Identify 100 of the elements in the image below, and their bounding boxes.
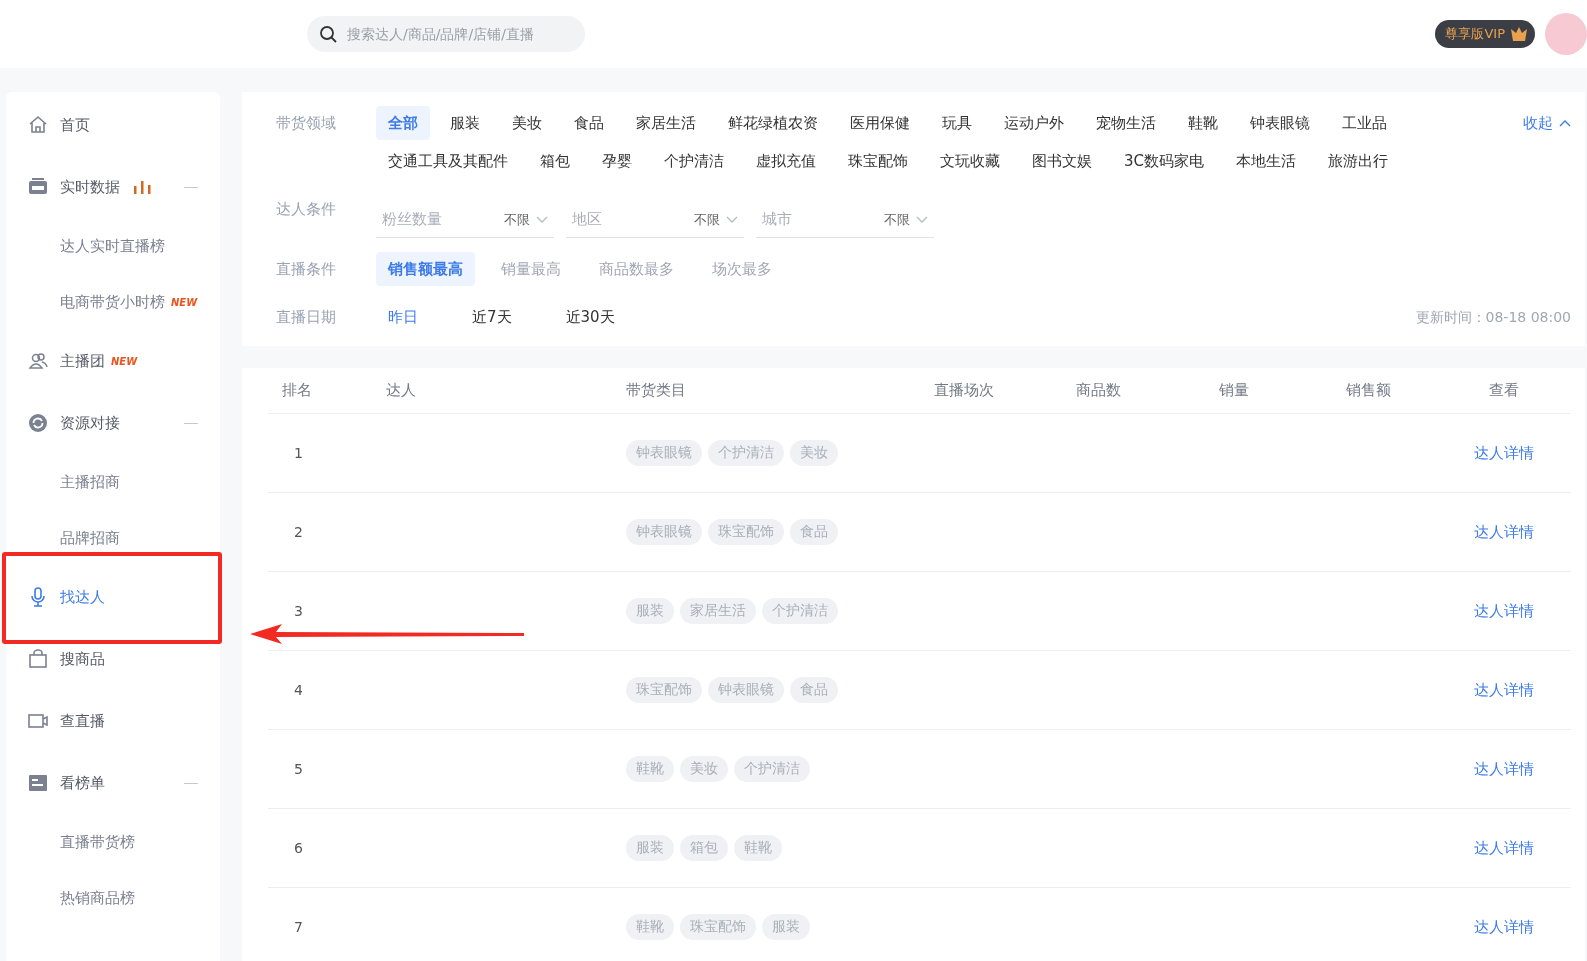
category-tag: 鞋靴: [734, 835, 782, 861]
category-tab[interactable]: 全部: [376, 106, 430, 140]
sort-option[interactable]: 销售额最高: [376, 252, 475, 286]
sidebar-item[interactable]: 主播招商: [6, 454, 220, 510]
sidebar-item[interactable]: 搜商品: [6, 628, 220, 690]
detail-link[interactable]: 达人详情: [1473, 443, 1534, 463]
category-tab[interactable]: 3C数码家电: [1112, 144, 1217, 178]
category-tab[interactable]: 交通工具及其配件: [376, 144, 520, 178]
detail-link[interactable]: 达人详情: [1473, 838, 1534, 858]
category-tag: 美妆: [680, 756, 728, 782]
filter-label: 达人条件: [276, 199, 337, 220]
new-label: NEW: [171, 296, 198, 308]
category-tab[interactable]: 文玩收藏: [928, 144, 1012, 178]
category-tab[interactable]: 孕婴: [590, 144, 644, 178]
category-tag: 家居生活: [680, 598, 756, 624]
category-tag: 个护清洁: [762, 598, 838, 624]
sidebar-item[interactable]: 首页: [6, 94, 220, 156]
category-tab[interactable]: 家居生活: [624, 106, 708, 140]
column-header: 销售额: [1345, 381, 1392, 400]
category-tab[interactable]: 图书文娱: [1020, 144, 1104, 178]
category-tab[interactable]: 玩具: [930, 106, 984, 140]
sidebar-item[interactable]: 找达人: [6, 566, 220, 628]
date-option[interactable]: 近7天: [460, 300, 524, 334]
rank-cell-text: 7: [293, 919, 304, 935]
category-tab[interactable]: 箱包: [528, 144, 582, 178]
rank-cell-text: 4: [293, 682, 304, 698]
rank-cell-text: 1: [293, 445, 304, 461]
sidebar-item[interactable]: 品牌招商: [6, 510, 220, 566]
detail-link[interactable]: 达人详情: [1473, 601, 1534, 621]
search-icon: [319, 25, 337, 43]
sidebar-item[interactable]: 达人实时直播榜: [6, 218, 220, 274]
category-tab[interactable]: 医用保健: [838, 106, 922, 140]
category-tag: 服装: [626, 835, 674, 861]
collapse-link[interactable]: 收起: [1523, 106, 1571, 140]
live-tv-icon: [28, 177, 48, 197]
detail-link[interactable]: 达人详情: [1473, 680, 1534, 700]
column-header: 达人: [386, 381, 417, 400]
sidebar-item[interactable]: 直播带货榜: [6, 814, 220, 870]
dropdown-field[interactable]: 地区 不限: [566, 202, 744, 238]
sidebar-item[interactable]: 看榜单: [6, 752, 220, 814]
rank-cell-text: 6: [293, 840, 304, 856]
sidebar-item[interactable]: 电商带货小时榜 NEW: [6, 274, 220, 330]
category-tab[interactable]: 鞋靴: [1176, 106, 1230, 140]
category-tag: 鞋靴: [626, 914, 674, 940]
category-tag: 钟表眼镜: [626, 440, 702, 466]
crown-icon: [1509, 25, 1529, 43]
category-tab[interactable]: 工业品: [1330, 106, 1399, 140]
column-header: 排名: [281, 381, 313, 400]
category-tab[interactable]: 虚拟充值: [744, 144, 828, 178]
avatar[interactable]: [1545, 13, 1587, 55]
rank-cell-text: 5: [293, 761, 304, 777]
people-icon: [28, 351, 48, 371]
date-option[interactable]: 昨日: [376, 300, 430, 334]
dropdown-field[interactable]: 城市 不限: [756, 202, 934, 238]
category-tab[interactable]: 宠物生活: [1084, 106, 1168, 140]
chevron-down-icon: [726, 215, 738, 224]
home-icon: [28, 115, 48, 135]
column-header: 商品数: [1075, 381, 1122, 400]
category-tag: 钟表眼镜: [626, 519, 702, 545]
category-tab[interactable]: 运动户外: [992, 106, 1076, 140]
update-time: 更新时间：08-18 08:00: [1415, 308, 1571, 327]
category-tag: 箱包: [680, 835, 728, 861]
sidebar-item[interactable]: 热销商品榜: [6, 870, 220, 926]
category-tag: 食品: [790, 519, 838, 545]
sidebar-item[interactable]: 实时数据: [6, 156, 220, 218]
sidebar-item[interactable]: 主播团 NEW: [6, 330, 220, 392]
category-tab[interactable]: 食品: [562, 106, 616, 140]
chevron-down-icon: [536, 215, 548, 224]
detail-link[interactable]: 达人详情: [1473, 522, 1534, 542]
shopping-bag-icon: [28, 649, 48, 669]
category-tab[interactable]: 鲜花绿植农资: [716, 106, 830, 140]
bar-chart-icon: [132, 180, 152, 194]
chevron-up-icon: [1559, 119, 1571, 127]
category-tag: 珠宝配饰: [708, 519, 784, 545]
video-camera-icon: [28, 711, 48, 731]
category-tag: 钟表眼镜: [708, 677, 784, 703]
filter-label: 直播日期: [276, 307, 337, 328]
vip-badge[interactable]: 尊享版VIP: [1435, 20, 1535, 48]
column-header: 销量: [1217, 381, 1250, 400]
detail-link[interactable]: 达人详情: [1473, 759, 1534, 779]
column-header: 查看: [1487, 381, 1520, 400]
detail-link[interactable]: 达人详情: [1473, 917, 1534, 937]
dropdown-field[interactable]: 粉丝数量 不限: [376, 202, 554, 238]
category-tab[interactable]: 个护清洁: [652, 144, 736, 178]
date-option[interactable]: 近30天: [553, 300, 627, 334]
category-tab[interactable]: 美妆: [500, 106, 554, 140]
sidebar-item[interactable]: 查直播: [6, 690, 220, 752]
category-tab[interactable]: 珠宝配饰: [836, 144, 920, 178]
refresh-icon: [28, 413, 48, 433]
category-tab[interactable]: 本地生活: [1224, 144, 1309, 178]
category-tab[interactable]: 服装: [438, 106, 492, 140]
rank-cell-text: 2: [293, 524, 304, 540]
category-tag: 服装: [626, 598, 674, 624]
sidebar-item[interactable]: 资源对接: [6, 392, 220, 454]
category-tab[interactable]: 旅游出行: [1316, 144, 1401, 178]
rank-cell-text: 3: [293, 603, 304, 619]
search-field[interactable]: 搜索达人/商品/品牌/店铺/直播: [307, 16, 585, 52]
category-tab[interactable]: 钟表眼镜: [1238, 106, 1322, 140]
category-tag: 鞋靴: [626, 756, 674, 782]
chevron-down-icon: [916, 215, 928, 224]
